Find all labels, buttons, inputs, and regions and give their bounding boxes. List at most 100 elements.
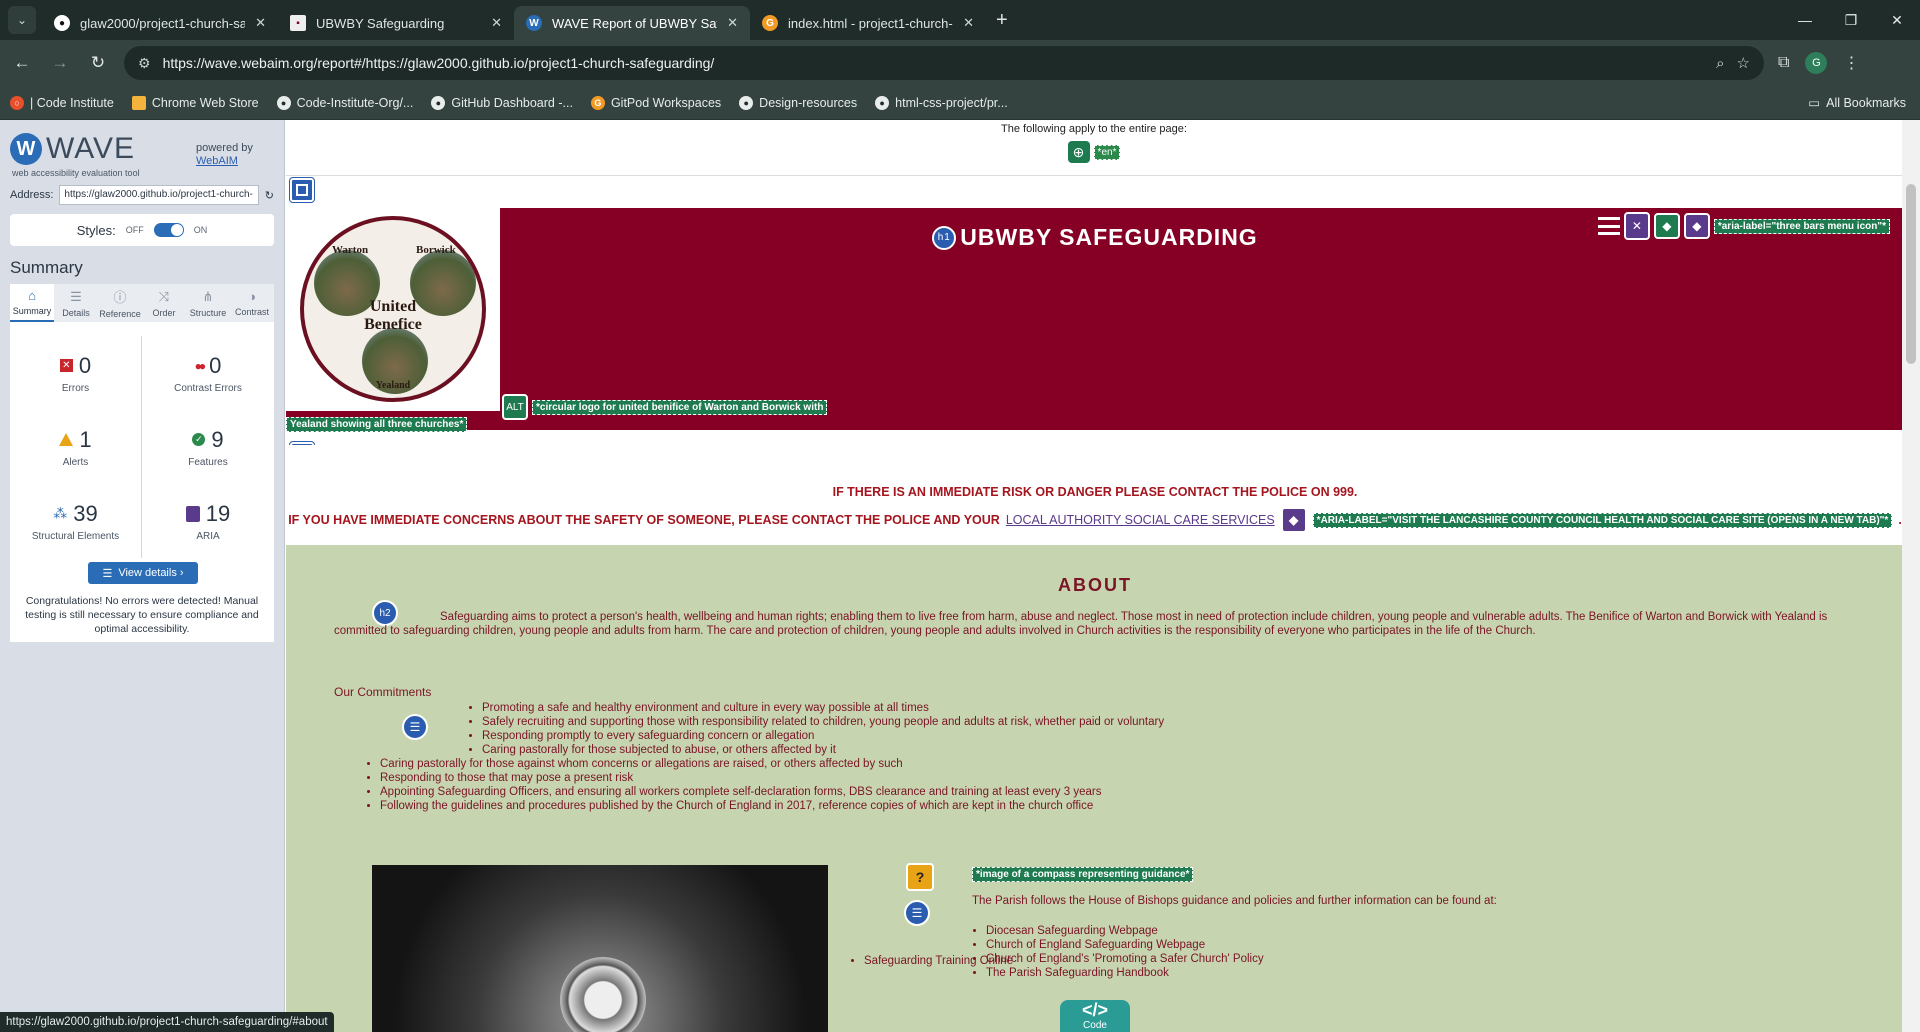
lang-tag: *en* (1093, 144, 1121, 160)
tab-search-button[interactable]: ⌄ (8, 6, 36, 34)
minimize-icon[interactable]: — (1782, 0, 1828, 40)
training-list: Safeguarding Training Online (864, 955, 1013, 967)
h1-badge[interactable]: h1 (932, 225, 957, 250)
features-stat[interactable]: ✓ 9 Features (142, 410, 274, 484)
code-icon: </> (1081, 1000, 1109, 1020)
alerts-stat[interactable]: 1 Alerts (10, 410, 142, 484)
url-text[interactable]: https://wave.webaim.org/report#/https://… (163, 55, 1705, 71)
bookmark-design-resources[interactable]: ● Design-resources (739, 95, 857, 110)
list-icon: ☰ (70, 288, 82, 304)
styles-toggle[interactable] (153, 223, 184, 237)
structure-icon: ⋔ (202, 288, 214, 304)
logo-text: United (369, 298, 417, 315)
tab-strip: ⌄ ● glaw2000/project1-church-safe ✕ ▪ UB… (0, 0, 1920, 40)
reload-icon[interactable]: ↻ (82, 47, 114, 79)
webaim-link[interactable]: WebAIM (196, 155, 238, 167)
profile-avatar[interactable]: G (1805, 52, 1828, 74)
alert-icon (59, 433, 74, 446)
tab-reference[interactable]: ⓘ Reference (98, 284, 142, 322)
bookmark-code-institute-org[interactable]: ● Code-Institute-Org/... (276, 95, 413, 110)
close-tab-icon[interactable]: ✕ (727, 15, 738, 31)
back-icon[interactable]: ← (6, 47, 38, 79)
social-care-link[interactable]: LOCAL AUTHORITY SOCIAL CARE SERVICES (1006, 513, 1275, 527)
guidance-link[interactable]: Diocesan Safeguarding Webpage (986, 924, 1497, 938)
forward-icon[interactable]: → (44, 47, 76, 79)
close-tab-icon[interactable]: ✕ (963, 15, 974, 31)
browser-toolbar: ← → ↻ ⚙ https://wave.webaim.org/report#/… (0, 40, 1920, 86)
bookmark-html-css-project[interactable]: ● html-css-project/pr... (875, 95, 1008, 110)
notice-text: IF YOU HAVE IMMEDIATE CONCERNS ABOUT THE… (288, 513, 1000, 527)
scrollbar-thumb[interactable] (1906, 184, 1916, 364)
guidance-link[interactable]: Church of England's 'Promoting a Safer C… (986, 952, 1497, 966)
address-bar[interactable]: ⚙ https://wave.webaim.org/report#/https:… (124, 46, 1764, 80)
close-tab-icon[interactable]: ✕ (255, 15, 266, 31)
tab-contrast[interactable]: ◑ Contrast (230, 284, 274, 322)
gitpod-icon: G (762, 15, 778, 31)
address-input[interactable]: https://glaw2000.github.io/project1-chur… (59, 185, 259, 205)
language-icon[interactable]: ⊕ (1067, 141, 1090, 163)
tab-gitpod[interactable]: G index.html - project1-church-sa ✕ (750, 6, 986, 40)
aria-hidden-icon[interactable]: ✕ (1623, 212, 1650, 240)
aria-label: ARIA (196, 530, 220, 542)
emergency-notice: IF THERE IS AN IMMEDIATE RISK OR DANGER … (286, 445, 1902, 535)
bookmark-star-icon[interactable]: ☆ (1737, 54, 1750, 72)
tab-label: Structure (189, 307, 227, 318)
refresh-icon[interactable]: ↻ (265, 189, 274, 202)
tab-summary[interactable]: ⌂ Summary (10, 284, 54, 322)
zoom-icon[interactable]: ⌕ (1716, 55, 1724, 72)
close-tab-icon[interactable]: ✕ (491, 15, 502, 31)
site-title-text: UBWBY SAFEGUARDING (960, 224, 1258, 250)
tab-title: UBWBY Safeguarding (316, 15, 445, 31)
errors-stat[interactable]: ✕ 0 Errors (10, 336, 142, 410)
structural-stat[interactable]: ⁂ 39 Structural Elements (10, 484, 142, 558)
guidance-link[interactable]: Church of England Safeguarding Webpage (986, 938, 1497, 952)
list-item: Responding promptly to every safeguardin… (482, 729, 1164, 743)
bookmark-code-institute[interactable]: ○ | Code Institute (10, 95, 114, 110)
hamburger-icon[interactable] (1597, 217, 1620, 235)
list-icon[interactable]: ☰ (904, 900, 930, 926)
new-tab-button[interactable]: + (996, 9, 1008, 32)
info-icon: ⓘ (113, 290, 127, 305)
aria-label-tag-icon[interactable]: ◆ (1280, 507, 1307, 533)
tab-label: Details (62, 307, 90, 318)
close-window-icon[interactable]: ✕ (1874, 0, 1920, 40)
aria-stat[interactable]: 19 ARIA (142, 484, 274, 558)
tab-label: Contrast (234, 307, 269, 317)
bookmark-chrome-web-store[interactable]: Chrome Web Store (131, 95, 259, 110)
code-button[interactable]: </> Code (1060, 1000, 1130, 1032)
guidance-links: Diocesan Safeguarding Webpage Church of … (972, 924, 1497, 980)
bookmark-github-dashboard[interactable]: ● GitHub Dashboard -... (431, 95, 573, 110)
guidance-link[interactable]: The Parish Safeguarding Handbook (986, 966, 1497, 980)
structural-label: Structural Elements (31, 530, 120, 542)
bookmark-gitpod[interactable]: G GitPod Workspaces (590, 95, 722, 110)
header-region-icon[interactable] (290, 178, 314, 202)
bookmark-label: GitPod Workspaces (610, 95, 722, 110)
aria-label-tag-icon[interactable]: ◆ (1683, 213, 1710, 239)
wave-brand: WAVE (46, 132, 136, 165)
contrast-stat[interactable]: ●● 0 Contrast Errors (142, 336, 274, 410)
tab-structure[interactable]: ⋔ Structure (186, 284, 230, 322)
tab-github[interactable]: ● glaw2000/project1-church-safe ✕ (42, 6, 278, 40)
alert-suspicious-alt-icon[interactable]: ? (906, 863, 934, 891)
view-details-button[interactable]: ☰ View details › (88, 562, 198, 584)
alt-text-icon[interactable]: ALT (502, 394, 528, 420)
training-link[interactable]: Safeguarding Training Online (864, 955, 1013, 967)
extensions-icon[interactable]: ⧉ (1778, 54, 1789, 72)
tab-wave-report[interactable]: W WAVE Report of UBWBY Safegu ✕ (514, 6, 750, 40)
wave-subtitle: web accessibility evaluation tool (12, 168, 140, 178)
tab-details[interactable]: ☰ Details (54, 284, 98, 322)
page-scrollbar[interactable] (1902, 120, 1920, 1032)
tab-ubwby[interactable]: ▪ UBWBY Safeguarding ✕ (278, 6, 514, 40)
alt-text-tag: Yealand showing all three churches* (286, 417, 468, 432)
restore-icon[interactable]: ❐ (1828, 0, 1874, 40)
feature-tag-icon[interactable]: ◆ (1653, 213, 1680, 239)
all-bookmarks[interactable]: ▭ All Bookmarks (1808, 95, 1906, 111)
bookmarks-bar: ○ | Code Institute Chrome Web Store ● Code… (0, 86, 1920, 120)
summary-heading: Summary (10, 258, 83, 277)
tab-label: Order (152, 307, 176, 318)
tab-order[interactable]: ⤨ Order (142, 284, 186, 322)
menu-kebab-icon[interactable]: ⋮ (1843, 53, 1859, 73)
about-paragraph: Safeguarding aims to protect a person's … (334, 611, 1828, 637)
site-info-icon[interactable]: ⚙ (138, 55, 151, 72)
guidance-block: *image of a compass representing guidanc… (972, 867, 1497, 980)
